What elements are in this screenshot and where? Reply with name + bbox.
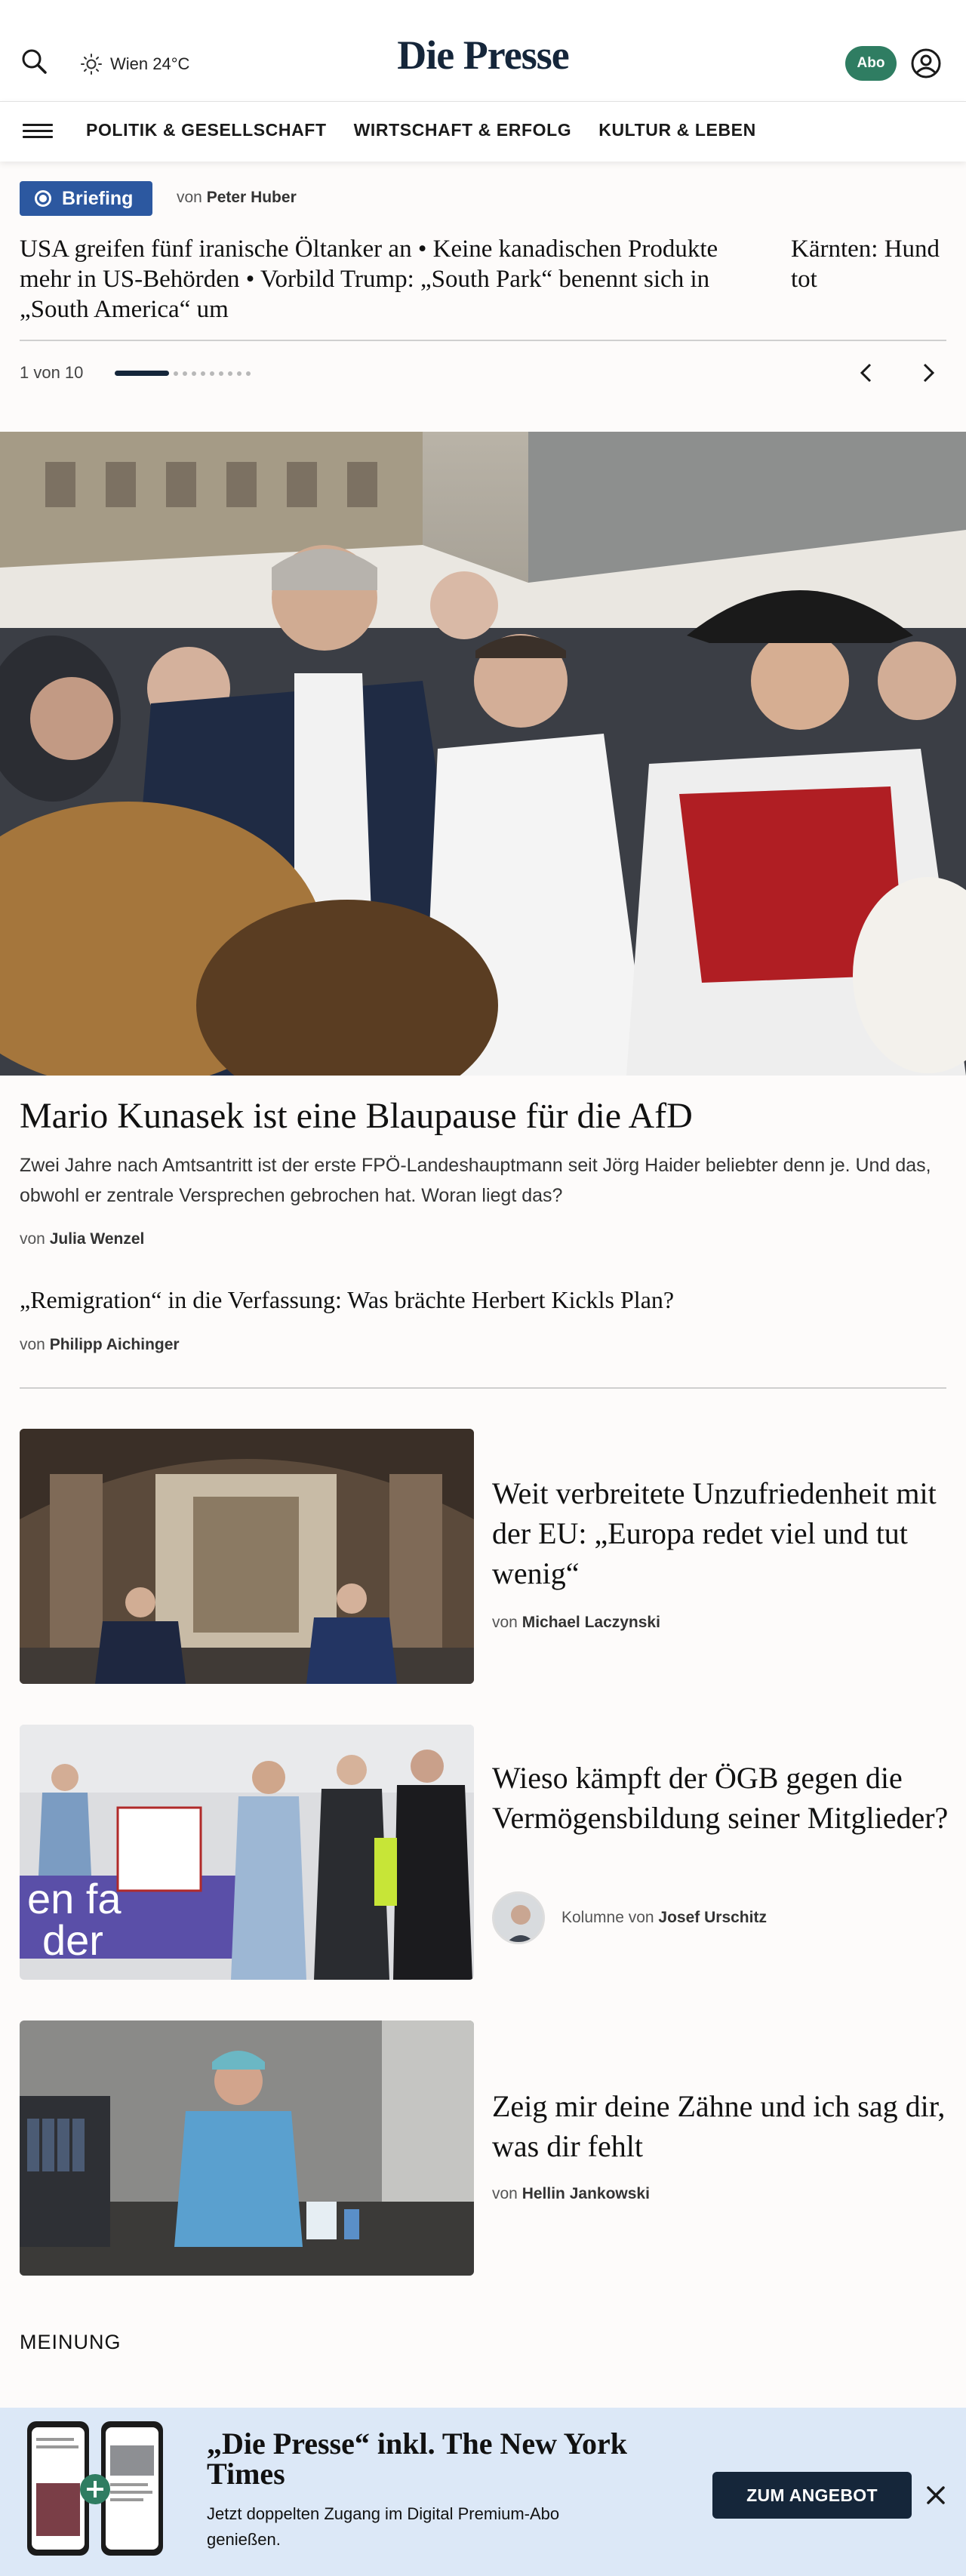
site-logo[interactable]: Die Presse <box>397 32 569 78</box>
divider <box>20 1387 946 1389</box>
briefing-pager-count: 1 von 10 <box>20 363 84 382</box>
article-byline: von Hellin Jankowski <box>492 2185 650 2203</box>
briefing-byline: von Peter Huber <box>177 189 297 207</box>
article-headline[interactable]: Zeig mir deine Zähne und ich sag dir, wa… <box>492 2086 952 2166</box>
phones-illustration-icon <box>26 2415 169 2566</box>
pager-dot[interactable] <box>174 371 178 376</box>
article-headline[interactable]: Weit verbreitete Unzufriedenheit mit der… <box>492 1473 952 1593</box>
hamburger-menu-icon[interactable] <box>23 120 53 144</box>
search-icon[interactable] <box>18 45 51 78</box>
chevron-right-icon[interactable] <box>910 355 946 391</box>
briefing-author[interactable]: Peter Huber <box>207 189 297 206</box>
pager-dot-active[interactable] <box>115 371 169 376</box>
briefing-dot-icon <box>35 190 51 207</box>
briefing-tag-label: Briefing <box>62 187 134 209</box>
user-account-icon[interactable] <box>909 47 943 80</box>
byline-prefix: von <box>492 1614 518 1631</box>
briefing-pager-dots <box>115 371 251 376</box>
promo-subtitle: Jetzt doppelten Zugang im Digital Premiu… <box>207 2504 560 2549</box>
related-author[interactable]: Philipp Aichinger <box>50 1336 180 1353</box>
pager-dot[interactable] <box>183 371 187 376</box>
pager-dot[interactable] <box>219 371 223 376</box>
hero-author[interactable]: Julia Wenzel <box>50 1230 145 1248</box>
chevron-left-icon[interactable] <box>848 355 884 391</box>
pager-dot[interactable] <box>210 371 214 376</box>
article-image[interactable] <box>20 2020 474 2276</box>
promo-title: „Die Presse“ inkl. The New York Times <box>207 2427 628 2491</box>
article-author[interactable]: Hellin Jankowski <box>522 2185 650 2202</box>
article-byline: Kolumne von Josef Urschitz <box>561 1909 767 1927</box>
byline-prefix: von <box>492 2185 518 2202</box>
svg-text:der: der <box>42 1916 103 1964</box>
svg-text:en fa: en fa <box>27 1875 122 1922</box>
byline-prefix: von <box>20 1230 45 1248</box>
weather-text: Wien 24°C <box>110 54 190 73</box>
subscription-promo-banner: „Die Presse“ inkl. The New York Times Je… <box>0 2408 966 2576</box>
briefing-next-headline[interactable]: Kärnten: Hund tot <box>791 234 966 294</box>
pager-dot[interactable] <box>237 371 242 376</box>
sun-icon <box>81 54 102 75</box>
hero-teaser[interactable]: Zwei Jahre nach Amtsantritt ist der erst… <box>20 1150 948 1211</box>
briefing-tag[interactable]: Briefing <box>20 181 153 216</box>
article-image[interactable]: en fa der <box>20 1725 474 1980</box>
site-header: Wien 24°C Die Presse Abo <box>0 0 966 101</box>
briefing-headline[interactable]: USA greifen fünf iranische Öltanker an •… <box>20 234 744 325</box>
byline-prefix: von <box>177 189 202 206</box>
article-author[interactable]: Michael Laczynski <box>522 1614 660 1631</box>
article-author[interactable]: Josef Urschitz <box>658 1909 767 1926</box>
weather-widget[interactable]: Wien 24°C <box>80 51 189 77</box>
hero-headline[interactable]: Mario Kunasek ist eine Blaupause für die… <box>20 1094 693 1138</box>
pager-dot[interactable] <box>246 371 251 376</box>
pager-dot[interactable] <box>192 371 196 376</box>
article-headline[interactable]: Wieso kämpft der ÖGB gegen die Vermögens… <box>492 1758 952 1838</box>
pager-dot[interactable] <box>228 371 232 376</box>
close-icon[interactable] <box>922 2482 949 2509</box>
pager-dot[interactable] <box>201 371 205 376</box>
related-byline: von Philipp Aichinger <box>20 1336 180 1354</box>
author-avatar[interactable] <box>492 1891 545 1944</box>
nav-item-wirtschaft[interactable]: WIRTSCHAFT & ERFOLG <box>354 120 572 140</box>
byline-prefix: von <box>20 1336 45 1353</box>
section-heading-meinung[interactable]: MEINUNG <box>20 2331 122 2354</box>
divider <box>20 340 946 341</box>
byline-prefix: Kolumne von <box>561 1909 654 1926</box>
nav-item-politik[interactable]: POLITIK & GESELLSCHAFT <box>86 120 327 140</box>
hero-byline: von Julia Wenzel <box>20 1230 144 1248</box>
zum-angebot-button[interactable]: ZUM ANGEBOT <box>712 2472 912 2519</box>
article-byline: von Michael Laczynski <box>492 1614 660 1632</box>
related-headline[interactable]: „Remigration“ in die Verfassung: Was brä… <box>20 1285 674 1315</box>
nav-item-kultur[interactable]: KULTUR & LEBEN <box>598 120 756 140</box>
main-navigation: POLITIK & GESELLSCHAFT WIRTSCHAFT & ERFO… <box>0 101 966 162</box>
article-image[interactable] <box>20 1429 474 1684</box>
abo-button[interactable]: Abo <box>845 46 897 81</box>
hero-image[interactable] <box>0 432 966 1076</box>
